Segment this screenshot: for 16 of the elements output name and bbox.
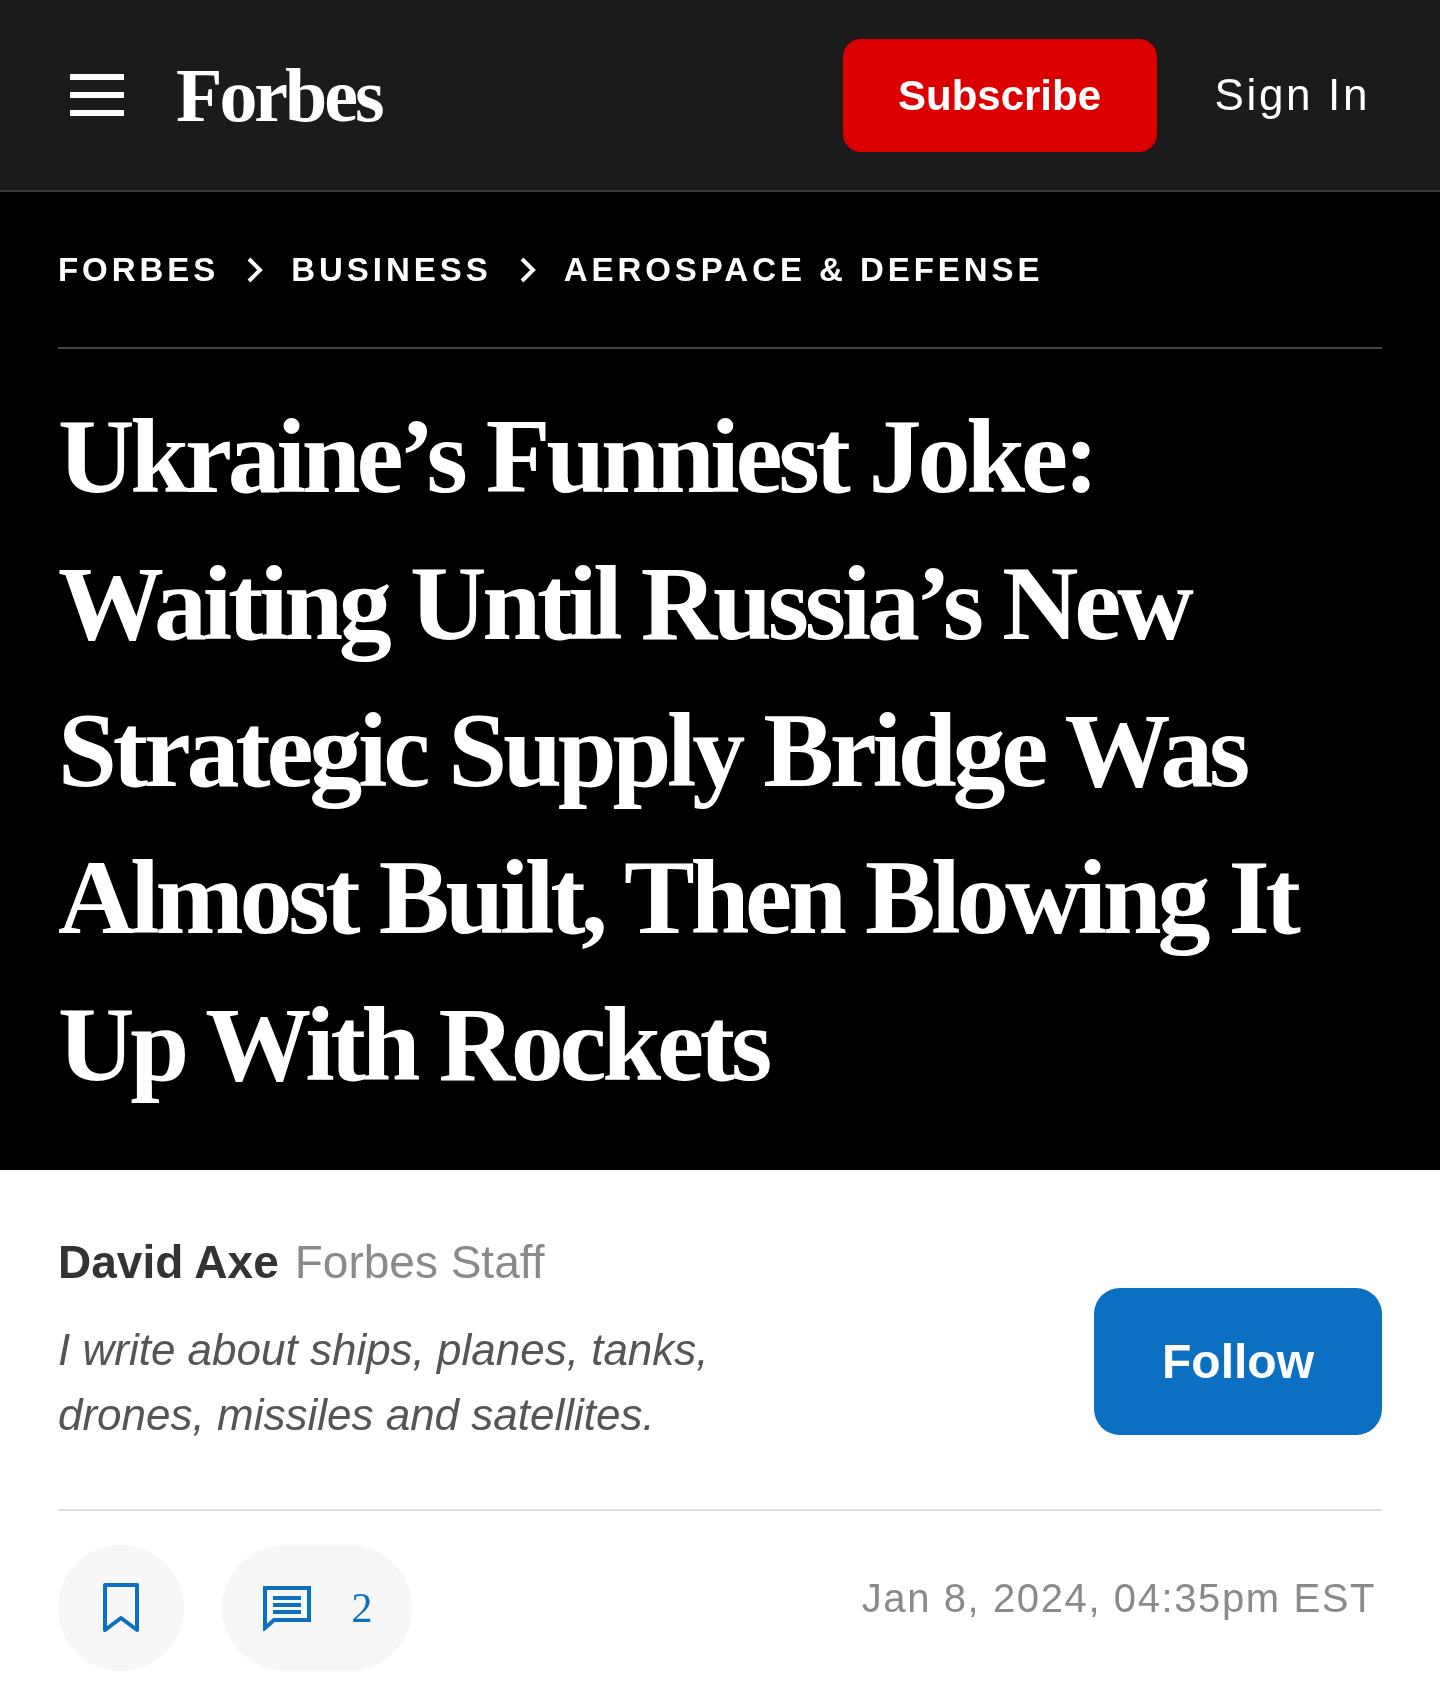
subscribe-button[interactable]: Subscribe xyxy=(842,38,1157,152)
comments-button[interactable]: 2 xyxy=(222,1545,412,1671)
publish-date: Jan 8, 2024, 04:35pm EST xyxy=(861,1575,1376,1622)
bookmark-icon xyxy=(101,1582,141,1634)
author-name[interactable]: David Axe xyxy=(58,1228,279,1297)
follow-button[interactable]: Follow xyxy=(1094,1288,1382,1435)
headline: Ukraine’s Funniest Joke: Waiting Until Russia’s New Strategic Supply Bridge Was Almost Built, Then Blowing It Up With Rockets xyxy=(58,397,1300,1105)
sign-in-link[interactable]: Sign In xyxy=(1214,62,1370,128)
breadcrumb-link[interactable]: FORBES xyxy=(58,244,220,295)
breadcrumb-link[interactable]: BUSINESS xyxy=(291,244,492,295)
author-role: Forbes Staff xyxy=(294,1235,545,1290)
comment-icon xyxy=(261,1585,312,1631)
logo[interactable]: Forbes xyxy=(176,57,382,133)
menu-icon[interactable] xyxy=(70,74,124,116)
author-bio: I write about ships, planes, tanks, drones, missiles and satellites. xyxy=(58,1324,710,1441)
breadcrumb-link[interactable]: AEROSPACE & DEFENSE xyxy=(563,244,1044,295)
